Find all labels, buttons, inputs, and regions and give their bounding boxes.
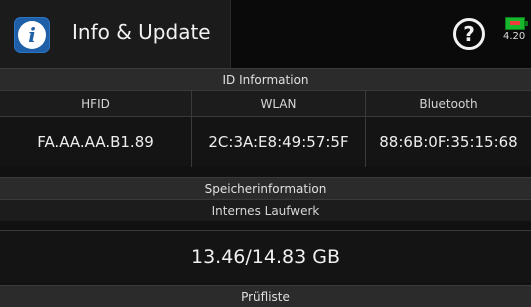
bluetooth-value: 88:6B:0F:35:15:68 (379, 133, 518, 151)
storage-information-header: Speicherinformation (0, 177, 531, 199)
info-icon-glyph: i (28, 23, 36, 47)
wlan-label: WLAN (192, 91, 366, 117)
info-icon: i (14, 17, 50, 53)
info-icon-circle: i (18, 21, 46, 49)
header-bar: i Info & Update ? 4.20 (0, 0, 531, 68)
page-title: Info & Update (72, 20, 211, 44)
id-value-row: FA.AA.AA.B1.89 2C:3A:E8:49:57:5F 88:6B:0… (0, 116, 531, 167)
wlan-value: 2C:3A:E8:49:57:5F (192, 117, 366, 167)
id-label-row: HFID WLAN Bluetooth (0, 90, 531, 117)
battery-icon (505, 17, 528, 30)
checklist-header[interactable]: Prüfliste (0, 285, 531, 307)
internal-drive-value: 13.46/14.83 GB (0, 230, 531, 282)
bluetooth-label: Bluetooth (419, 97, 478, 111)
internal-drive-label: Internes Laufwerk (0, 199, 531, 221)
hfid-label: HFID (0, 91, 192, 117)
help-icon[interactable]: ? (453, 18, 485, 50)
title-tab[interactable]: i Info & Update (0, 0, 231, 68)
battery-voltage: 4.20 (503, 31, 526, 42)
info-update-screen: i Info & Update ? 4.20 ID Information HF… (0, 0, 531, 307)
hfid-value: FA.AA.AA.B1.89 (0, 117, 192, 167)
id-information-header: ID Information (0, 68, 531, 90)
